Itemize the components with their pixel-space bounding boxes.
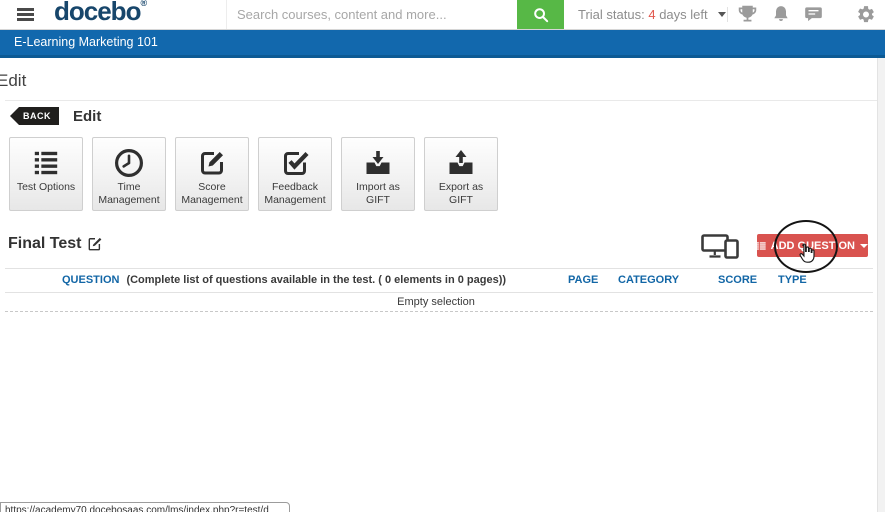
trial-label: Trial status: (578, 7, 645, 22)
list-icon (757, 240, 766, 252)
back-button[interactable]: BACK (10, 107, 59, 125)
search-icon (533, 7, 549, 23)
test-options-button[interactable]: Test Options (9, 137, 83, 211)
table-border (5, 268, 873, 269)
question-count-note: (Complete list of questions available in… (126, 274, 506, 286)
import-gift-button[interactable]: Import as GIFT (341, 137, 415, 211)
table-border (5, 292, 873, 293)
chevron-down-icon (718, 12, 726, 17)
messages-button[interactable] (803, 4, 824, 29)
scrollbar[interactable] (877, 58, 885, 512)
header-divider (727, 7, 728, 22)
search-button[interactable] (517, 0, 564, 29)
tool-label: Test Options (16, 181, 76, 194)
search-input[interactable] (227, 0, 518, 29)
tool-label: Score Management (176, 181, 248, 206)
status-bar-url: https://academy70.docebosaas.com/lms/ind… (0, 502, 290, 512)
section-title: Edit (73, 108, 101, 125)
score-header[interactable]: SCORE (718, 274, 757, 286)
preview-display-button[interactable] (701, 234, 739, 264)
tool-label: Import as GIFT (342, 181, 414, 206)
score-management-button[interactable]: Score Management (175, 137, 249, 211)
export-gift-button[interactable]: Export as GIFT (424, 137, 498, 211)
edit-header-row: BACK Edit (10, 107, 101, 125)
course-breadcrumb-bar: E-Learning Marketing 101 (0, 30, 885, 58)
table-border (5, 311, 873, 312)
search-box (226, 0, 564, 29)
docebo-logo[interactable]: docebo® (54, 0, 147, 27)
devices-icon (701, 234, 739, 259)
top-header: docebo® Trial status: 4 days left (0, 0, 885, 30)
question-column-header: QUESTION (Complete list of questions ava… (62, 274, 506, 286)
question-header[interactable]: QUESTION (62, 274, 119, 286)
course-title[interactable]: E-Learning Marketing 101 (14, 35, 158, 49)
gamification-button[interactable] (737, 4, 758, 30)
feedback-management-button[interactable]: Feedback Management (258, 137, 332, 211)
settings-button[interactable] (856, 4, 876, 30)
export-tray-icon (447, 144, 475, 181)
time-management-button[interactable]: Time Management (92, 137, 166, 211)
notifications-button[interactable] (771, 4, 791, 30)
test-title-row: Final Test (8, 235, 102, 253)
checkbox-icon (281, 144, 309, 181)
list-icon (32, 144, 60, 181)
page-title: Edit (0, 71, 26, 91)
category-header[interactable]: CATEGORY (618, 274, 679, 286)
trial-status[interactable]: Trial status: 4 days left (578, 7, 726, 22)
registered-mark: ® (140, 0, 147, 8)
add-question-button[interactable]: ADD QUESTION (757, 234, 868, 257)
add-question-label: ADD QUESTION (771, 240, 855, 252)
trial-suffix: days left (659, 7, 707, 22)
edit-icon (88, 237, 102, 251)
chat-icon (803, 4, 824, 24)
page-header[interactable]: PAGE (568, 274, 598, 286)
trophy-icon (737, 4, 758, 25)
logo-text: docebo (54, 0, 140, 26)
divider (5, 100, 880, 101)
import-tray-icon (364, 144, 392, 181)
tool-label: Export as GIFT (425, 181, 497, 206)
empty-selection-text: Empty selection (0, 296, 872, 308)
menu-icon[interactable] (17, 8, 34, 23)
test-title: Final Test (8, 235, 82, 253)
tool-label: Time Management (93, 181, 165, 206)
trial-days-value: 4 (648, 7, 655, 22)
chevron-down-icon (860, 244, 868, 248)
docebo-app: docebo® Trial status: 4 days left (0, 0, 885, 512)
tool-label: Feedback Management (259, 181, 331, 206)
rename-test-button[interactable] (88, 237, 102, 251)
type-header[interactable]: TYPE (778, 274, 807, 286)
edit-square-icon (198, 144, 226, 181)
bell-icon (771, 4, 791, 25)
clock-icon (114, 144, 144, 181)
test-toolbar: Test Options Time Management Score Manag… (9, 137, 498, 211)
gear-icon (856, 4, 876, 25)
